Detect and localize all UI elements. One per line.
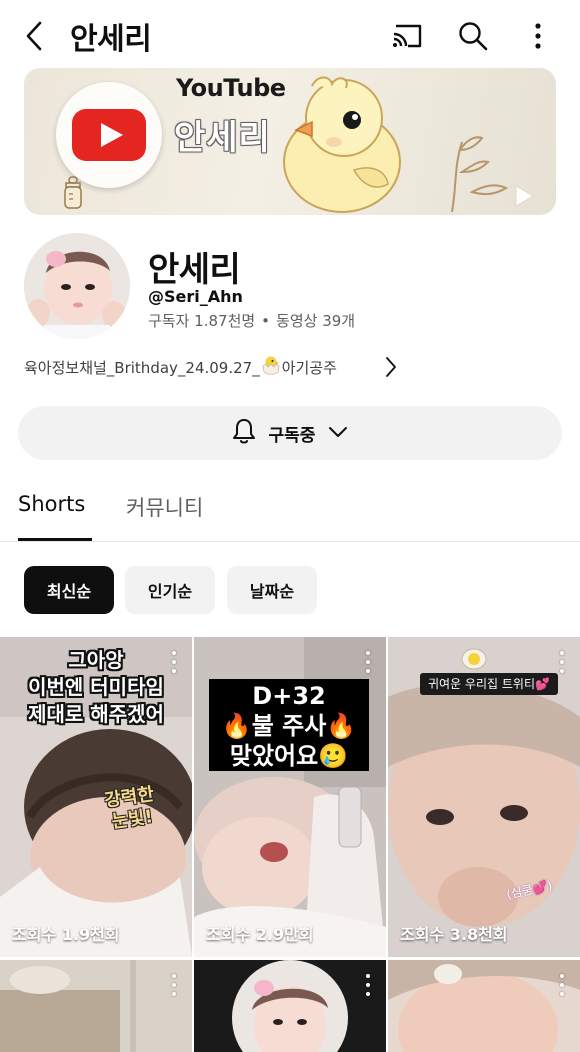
short-caption: D+32 🔥불 주사🔥 맞았어요🥲 [209, 679, 369, 771]
top-app-bar: 안세리 [0, 0, 580, 68]
channel-description[interactable]: 육아정보채널_Brithday_24.09.27_ 아기공주 [24, 354, 414, 380]
subscribed-label: 구독중 [268, 425, 316, 446]
page-title: 안세리 [70, 22, 152, 57]
channel-tabs: Shorts 커뮤니티 [0, 480, 580, 542]
short-more-icon[interactable] [168, 651, 180, 673]
short-caption: 그아앙 이번엔 터미타임 제대로 해주겠어 [0, 647, 192, 728]
short-view-count: 조회수 3.8천회 [400, 925, 508, 944]
short-thumbnail[interactable] [388, 960, 580, 1052]
short-more-icon[interactable] [362, 974, 374, 996]
short-view-count: 조회수 1.9천회 [12, 925, 120, 944]
tab-shorts[interactable]: Shorts [18, 492, 85, 516]
channel-avatar[interactable] [24, 233, 130, 339]
video-count: 동영상 39개 [276, 312, 356, 330]
short-more-icon[interactable] [556, 651, 568, 673]
short-thumbnail[interactable]: D+32 🔥불 주사🔥 맞았어요🥲 조회수 2.9만회 [194, 637, 386, 957]
bell-icon [231, 417, 257, 449]
short-thumbnail[interactable]: 귀여운 우리집 트위티💕 (심쿵💕) 조회수 3.8천회 [388, 637, 580, 957]
chick-illustration-icon [282, 72, 522, 215]
filter-chip-oldest[interactable]: 날짜순 [227, 566, 317, 614]
cast-icon[interactable] [390, 18, 426, 54]
chevron-down-icon [327, 424, 349, 443]
chevron-right-icon[interactable] [384, 355, 398, 383]
short-sticker-text: 강력한 눈빛! [103, 784, 158, 834]
caption-line: 그아앙 [68, 648, 124, 672]
channel-banner: YouTube 안세리 [24, 68, 556, 215]
caption-line: 🔥불 주사🔥 [221, 712, 357, 740]
short-more-icon[interactable] [168, 974, 180, 996]
channel-name: 안세리 [148, 250, 241, 290]
tab-community[interactable]: 커뮤니티 [126, 492, 203, 522]
short-thumbnail[interactable] [194, 960, 386, 1052]
banner-channel-name: 안세리 [174, 118, 271, 158]
filter-chip-popular[interactable]: 인기순 [125, 566, 215, 614]
caption-line: 이번엔 터미타임 [28, 675, 164, 699]
caption-line: 맞았어요🥲 [229, 742, 349, 770]
short-thumbnail[interactable]: 그아앙 이번엔 터미타임 제대로 해주겠어 강력한 눈빛! 조회수 1.9천회 [0, 637, 192, 957]
short-view-count: 조회수 2.9만회 [206, 925, 314, 944]
short-more-icon[interactable] [362, 651, 374, 673]
description-text-start: 육아정보채널_Brithday_24.09.27_ [24, 358, 260, 377]
hatching-chick-icon [261, 355, 281, 379]
banner-brand-text: YouTube [176, 74, 286, 102]
separator-dot: • [261, 312, 271, 330]
description-text-end: 아기공주 [281, 358, 337, 377]
channel-handle: @Seri_Ahn [148, 287, 243, 306]
more-vert-icon[interactable] [520, 18, 556, 54]
active-tab-indicator [18, 538, 92, 541]
caption-line: D+32 [252, 682, 326, 710]
short-caption: 귀여운 우리집 트위티💕 [420, 673, 558, 695]
subscriber-count: 구독자 1.87천명 [148, 312, 256, 330]
short-more-icon[interactable] [556, 974, 568, 996]
short-thumbnail[interactable] [0, 960, 192, 1052]
subscribed-button[interactable]: 구독중 [18, 406, 562, 460]
youtube-logo-icon [56, 82, 162, 188]
back-arrow-icon[interactable] [18, 18, 50, 54]
play-triangle-icon [510, 183, 536, 213]
filter-chip-latest[interactable]: 최신순 [24, 566, 114, 614]
caption-line: 제대로 해주겠어 [28, 702, 164, 726]
search-icon[interactable] [455, 18, 491, 54]
channel-stats: 구독자 1.87천명 • 동영상 39개 [148, 310, 355, 331]
baby-bottle-icon [62, 176, 84, 214]
